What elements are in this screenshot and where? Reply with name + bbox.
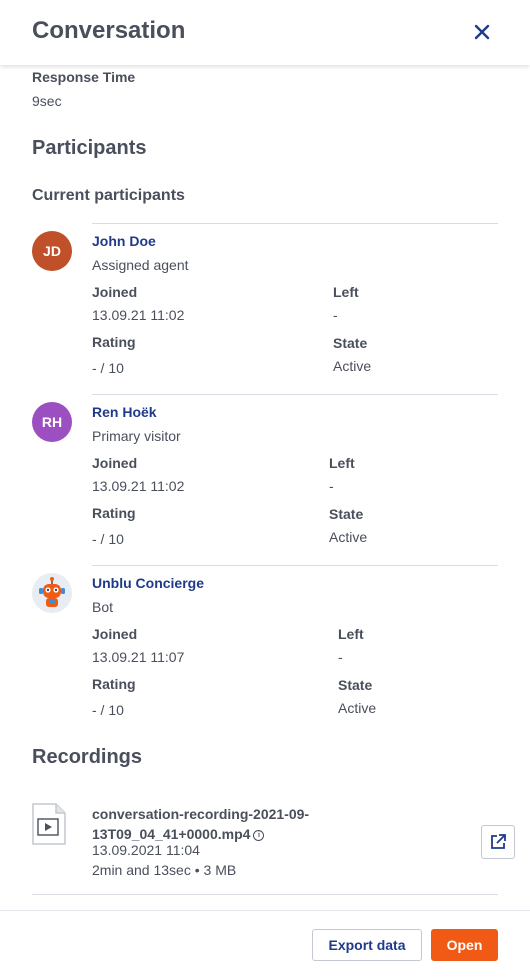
joined-label: Joined <box>92 284 138 300</box>
state-label: State <box>338 677 373 693</box>
joined-value: 13.09.21 11:02 <box>92 478 185 494</box>
avatar: RH <box>32 402 72 442</box>
divider <box>32 894 498 895</box>
participant-name[interactable]: Ren Hoëk <box>92 404 157 420</box>
response-time-label: Response Time <box>32 69 136 85</box>
rating-value: - / 10 <box>92 531 124 547</box>
rating-label: Rating <box>92 505 136 521</box>
state-value: Active <box>333 358 372 374</box>
participant-role: Bot <box>92 599 114 615</box>
participants-heading: Participants <box>32 137 147 159</box>
file-name-line2: 13T09_04_41+0000.mp4 <box>92 826 251 842</box>
open-button[interactable]: Open <box>431 929 498 961</box>
state-value: Active <box>338 700 377 716</box>
file-name-line1: conversation-recording-2021-09- <box>92 806 310 822</box>
left-label: Left <box>329 455 355 471</box>
close-icon[interactable] <box>470 20 494 44</box>
divider <box>92 394 498 395</box>
response-time-value: 9sec <box>32 93 62 109</box>
left-value: - <box>338 649 343 665</box>
joined-label: Joined <box>92 626 138 642</box>
current-participants-heading: Current participants <box>32 187 185 204</box>
robot-icon <box>39 577 65 607</box>
participant-name[interactable]: Unblu Concierge <box>92 575 204 591</box>
rating-label: Rating <box>92 676 136 692</box>
info-icon[interactable]: i <box>253 830 265 841</box>
state-value: Active <box>329 529 368 545</box>
external-link-icon <box>491 834 506 849</box>
joined-label: Joined <box>92 455 138 471</box>
panel-header: Conversation <box>0 0 530 65</box>
recordings-heading: Recordings <box>32 746 143 768</box>
state-label: State <box>329 506 364 522</box>
state-label: State <box>333 335 368 351</box>
left-value: - <box>333 307 338 323</box>
rating-value: - / 10 <box>92 360 124 376</box>
panel-content[interactable]: Response Time 9sec Participants Current … <box>0 65 530 910</box>
left-label: Left <box>338 626 364 642</box>
divider <box>92 223 498 224</box>
participant-role: Assigned agent <box>92 257 189 273</box>
video-file-icon <box>32 803 66 850</box>
joined-value: 13.09.21 11:07 <box>92 649 185 665</box>
avatar: JD <box>32 231 72 271</box>
left-label: Left <box>333 284 359 300</box>
participant-role: Primary visitor <box>92 428 181 444</box>
recording-date: 13.09.2021 11:04 <box>92 842 200 858</box>
participant-name[interactable]: John Doe <box>92 233 156 249</box>
panel-footer: Export data Open <box>0 910 530 977</box>
open-external-button[interactable] <box>481 825 515 859</box>
export-data-button[interactable]: Export data <box>312 929 422 961</box>
joined-value: 13.09.21 11:02 <box>92 307 185 323</box>
left-value: - <box>329 478 334 494</box>
panel-title: Conversation <box>32 17 186 44</box>
recording-file-name[interactable]: conversation-recording-2021-09- 13T09_04… <box>92 804 342 844</box>
recording-details: 2min and 13sec • 3 MB <box>92 862 237 878</box>
divider <box>92 565 498 566</box>
rating-label: Rating <box>92 334 136 350</box>
rating-value: - / 10 <box>92 702 124 718</box>
avatar <box>32 573 72 613</box>
